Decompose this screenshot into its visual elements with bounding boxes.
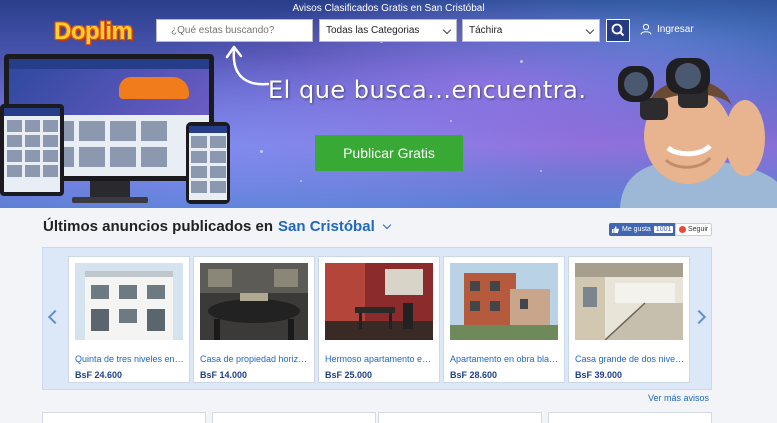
chevron-down-icon[interactable]: [382, 220, 391, 229]
location-select-value: Táchira: [469, 25, 503, 36]
listings-heading: Últimos anuncios publicados en San Crist…: [43, 218, 391, 235]
listing-price: BsF 39.000: [575, 370, 623, 380]
listing-photo: [450, 263, 558, 340]
phone-mockup: [186, 122, 230, 204]
listing-card[interactable]: Apartamento en obra blanca BsF 28.600: [443, 256, 565, 383]
follow-icon: [679, 226, 686, 233]
listing-photo: [325, 263, 433, 340]
listing-card[interactable]: Casa de propiedad horizontal BsF 14.000: [193, 256, 315, 383]
listing-title[interactable]: Quinta de tres niveles en venta: [75, 354, 185, 364]
listings-heading-prefix: Últimos anuncios publicados en: [43, 218, 274, 235]
listing-photo: [200, 263, 308, 340]
curved-arrow-icon: [225, 45, 270, 86]
facebook-like-button[interactable]: Me gusta 1001: [609, 223, 677, 236]
follow-label: Seguir: [688, 226, 709, 233]
follow-button[interactable]: Seguir: [675, 223, 713, 236]
listing-price: BsF 28.600: [450, 370, 498, 380]
site-tagline: Avisos Clasificados Gratis en San Cristó…: [292, 3, 485, 14]
doplim-logo[interactable]: Doplim: [54, 18, 133, 46]
listing-photo: [75, 263, 183, 340]
chevron-down-icon: [585, 25, 595, 35]
listing-card[interactable]: Hermoso apartamento en venta BsF 25.000: [318, 256, 440, 383]
devices-mockup: [0, 52, 230, 208]
search-icon: [611, 23, 625, 37]
listing-card[interactable]: Quinta de tres niveles en venta BsF 24.6…: [68, 256, 190, 383]
chevron-down-icon: [442, 25, 452, 35]
location-select[interactable]: Táchira: [462, 19, 600, 42]
category-select[interactable]: Todas las Categorias: [319, 19, 457, 42]
facebook-like-label: Me gusta: [622, 226, 651, 233]
search-button[interactable]: [606, 19, 630, 42]
hero-slogan: El que busca...encuentra.: [268, 76, 587, 104]
login-link[interactable]: Ingresar: [640, 23, 694, 35]
city-selector[interactable]: San Cristóbal: [278, 218, 375, 235]
see-more-link[interactable]: Ver más avisos: [648, 393, 709, 403]
listing-title[interactable]: Apartamento en obra blanca: [450, 354, 560, 364]
search-input[interactable]: [156, 19, 313, 42]
carousel-next-icon[interactable]: [691, 309, 707, 325]
category-boxes: [42, 412, 712, 423]
login-label: Ingresar: [657, 23, 694, 35]
publish-free-button[interactable]: Publicar Gratis: [315, 135, 463, 171]
tablet-mockup: [0, 104, 64, 196]
listing-title[interactable]: Casa grande de dos niveles: [575, 354, 685, 364]
listing-card[interactable]: Casa grande de dos niveles BsF 39.000: [568, 256, 690, 383]
listing-price: BsF 25.000: [325, 370, 373, 380]
listing-title[interactable]: Casa de propiedad horizontal: [200, 354, 310, 364]
listings-carousel: Quinta de tres niveles en venta BsF 24.6…: [42, 247, 712, 390]
carousel-prev-icon[interactable]: [47, 309, 63, 325]
listing-price: BsF 14.000: [200, 370, 248, 380]
hero-banner: Avisos Clasificados Gratis en San Cristó…: [0, 0, 777, 208]
category-select-value: Todas las Categorias: [326, 25, 420, 36]
binoculars-person-image: [618, 58, 777, 208]
thumbs-up-icon: [612, 226, 619, 233]
facebook-like-count: 1001: [653, 226, 674, 233]
user-icon: [640, 23, 652, 35]
listing-title[interactable]: Hermoso apartamento en venta: [325, 354, 435, 364]
listing-photo: [575, 263, 683, 340]
listing-price: BsF 24.600: [75, 370, 123, 380]
